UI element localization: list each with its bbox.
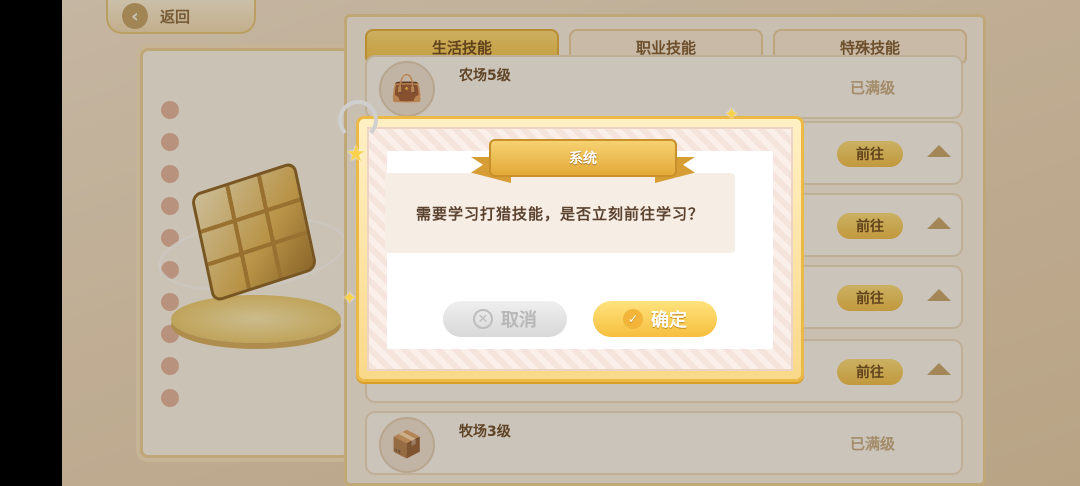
cancel-button[interactable]: ✕ 取消 bbox=[443, 301, 567, 337]
cancel-label: 取消 bbox=[501, 310, 537, 331]
paperclip-icon bbox=[338, 100, 378, 140]
dialog-title: 系统 bbox=[569, 151, 597, 167]
close-icon: ✕ bbox=[473, 309, 493, 329]
star-icon: ★ bbox=[346, 142, 366, 167]
sparkle-icon: ✦ bbox=[342, 288, 358, 309]
check-icon: ✓ bbox=[623, 309, 643, 329]
system-dialog: 系统 需要学习打猎技能，是否立刻前往学习？ ✕ 取消 ✓ 确定 bbox=[356, 116, 804, 382]
confirm-button[interactable]: ✓ 确定 bbox=[593, 301, 717, 337]
dialog-message: 需要学习打猎技能，是否立刻前往学习？ bbox=[385, 173, 735, 253]
dialog-title-ribbon: 系统 bbox=[489, 139, 677, 177]
sparkle-icon: ✦ bbox=[724, 104, 740, 125]
confirm-label: 确定 bbox=[651, 310, 687, 331]
